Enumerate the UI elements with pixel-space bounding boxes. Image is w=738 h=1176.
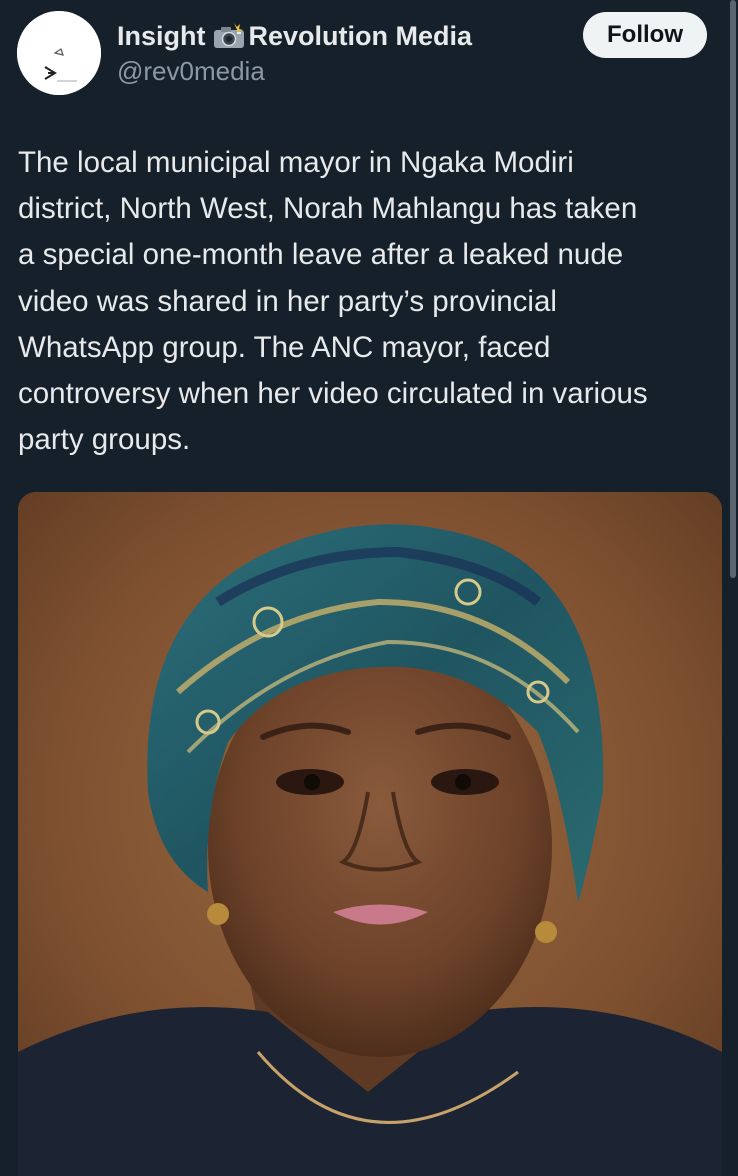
follow-button[interactable]: Follow [583, 12, 707, 58]
author-name[interactable]: Insight Revolution Media [117, 19, 472, 53]
tweet-text-line: a special one-month leave after a leaked… [18, 238, 624, 272]
camera-with-flash-icon [212, 22, 246, 50]
tweet-text-line: The local municipal mayor in Ngaka Modir… [18, 146, 574, 179]
tweet-photo[interactable] [18, 492, 722, 1176]
tweet-text-line: party groups. [18, 423, 191, 457]
scrollbar[interactable] [730, 0, 736, 578]
tweet-text-line: video was shared in her party’s provinci… [18, 284, 557, 318]
avatar-logo-icon [17, 11, 101, 95]
tweet-text-line: WhatsApp group. The ANC mayor, faced [18, 330, 551, 364]
author-name-part1: Insight [117, 20, 206, 51]
author-handle[interactable]: @rev0media [117, 56, 265, 87]
portrait-photo [18, 492, 722, 1176]
tweet-text-line: district, North West, Norah Mahlangu has… [18, 192, 638, 226]
tweet-text-line: controversy when her video circulated in… [18, 377, 648, 411]
tweet-text: The local municipal mayor in Ngaka Modir… [18, 140, 723, 463]
author-avatar[interactable] [17, 11, 101, 95]
author-name-part2: Revolution Media [248, 20, 473, 51]
tweet-card: Insight Revolution Media @rev0media Foll… [0, 0, 738, 1176]
